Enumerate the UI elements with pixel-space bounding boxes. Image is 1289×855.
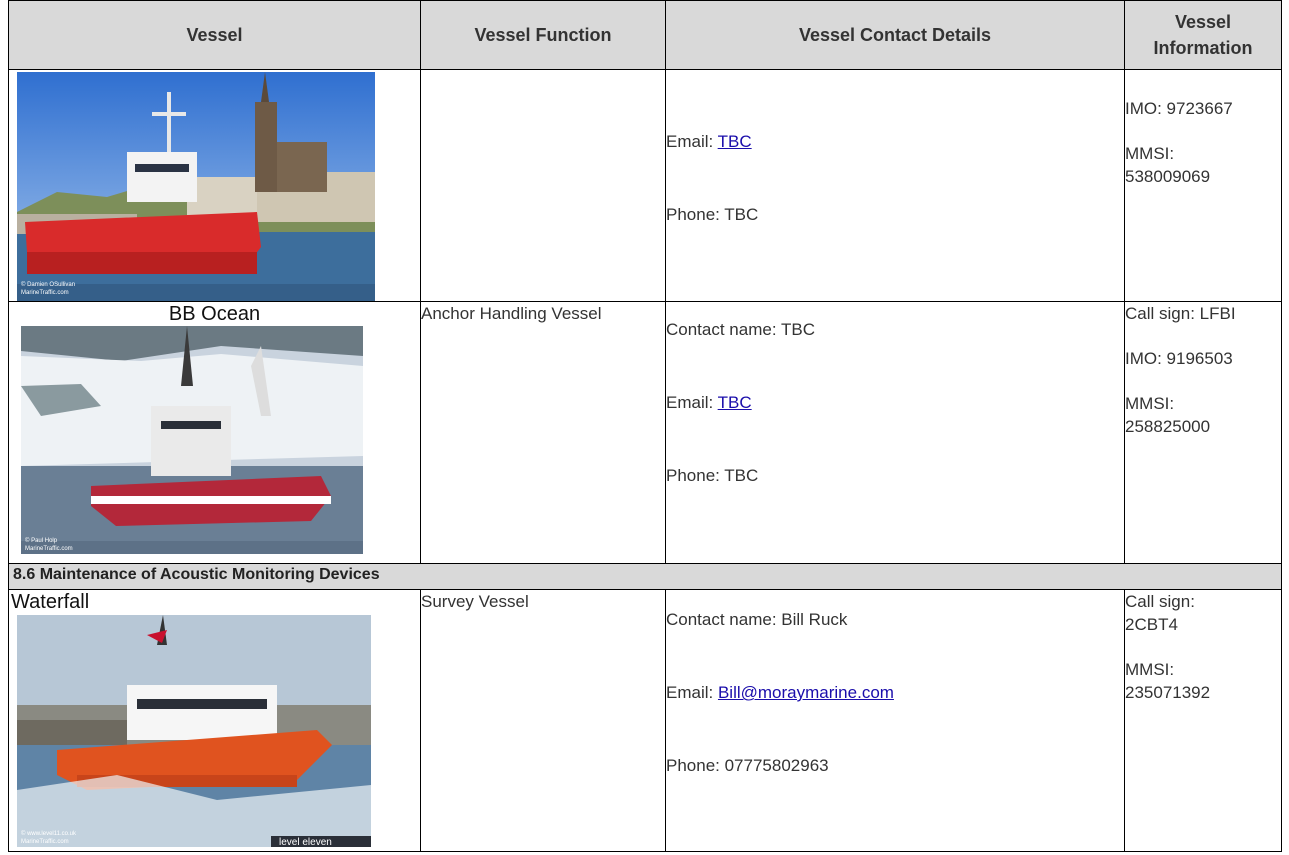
photo-credit-site: MarineTraffic.com xyxy=(21,290,69,296)
call-sign-value: 2CBT4 xyxy=(1125,615,1178,634)
contact-cell: Email: TBC Phone: TBC xyxy=(665,69,1125,302)
header-row: Vessel Vessel Function Vessel Contact De… xyxy=(8,0,1282,70)
header-contact-details: Vessel Contact Details xyxy=(665,0,1125,70)
email-line: Email: TBC xyxy=(666,393,752,412)
vessel-name: BB Ocean xyxy=(168,303,261,325)
email-link[interactable]: TBC xyxy=(718,393,752,412)
contact-name-line: Contact name: TBC xyxy=(666,320,815,339)
vessel-photo-survey-catamaran: level eleven © www.level11.co.uk MarineT… xyxy=(17,615,371,847)
mmsi-label: MMSI: xyxy=(1125,394,1175,413)
photo-credit: © Damien OSullivan xyxy=(21,281,75,288)
photo-credit-site: MarineTraffic.com xyxy=(25,546,73,552)
header-vessel-function: Vessel Function xyxy=(420,0,666,70)
mmsi-value: 538009069 xyxy=(1125,167,1211,186)
function-cell: Survey Vessel xyxy=(420,589,666,852)
phone-line: Phone: TBC xyxy=(666,466,759,485)
vessel-row-3: Waterfall level eleven © www.level11.co.… xyxy=(8,589,1282,852)
photo-credit: © www.level11.co.uk xyxy=(21,830,77,837)
header-vessel-information: Vessel Information xyxy=(1124,0,1282,70)
vessel-cell: Waterfall level eleven © www.level11.co.… xyxy=(8,589,421,852)
phone-line: Phone: 07775802963 xyxy=(666,756,829,775)
contact-name-line: Contact name: Bill Ruck xyxy=(666,610,848,629)
call-sign-label: Call sign: xyxy=(1125,592,1195,611)
info-cell: IMO: 9723667 MMSI: 538009069 xyxy=(1124,69,1282,302)
vessel-row-2: BB Ocean © Paul Holp MarineTraffic.com A… xyxy=(8,301,1282,564)
info-cell: Call sign: LFBI IMO: 9196503 MMSI: 25882… xyxy=(1124,301,1282,564)
photo-watermark: level eleven xyxy=(279,837,332,847)
email-line: Email: TBC xyxy=(666,132,752,151)
header-vessel: Vessel xyxy=(8,0,421,70)
phone-line: Phone: TBC xyxy=(666,205,759,224)
imo-line: IMO: 9196503 xyxy=(1125,349,1233,368)
contact-cell: Contact name: Bill Ruck Email: Bill@mora… xyxy=(665,589,1125,852)
imo-line: IMO: 9723667 xyxy=(1125,99,1233,118)
photo-credit-site: MarineTraffic.com xyxy=(21,839,69,845)
function-cell: Anchor Handling Vessel xyxy=(420,301,666,564)
info-cell: Call sign: 2CBT4 MMSI: 235071392 xyxy=(1124,589,1282,852)
mmsi-value: 235071392 xyxy=(1125,683,1211,702)
vessel-row-1: © Damien OSullivan MarineTraffic.com Ema… xyxy=(8,69,1282,302)
function-cell xyxy=(420,69,666,302)
vessel-name: Waterfall xyxy=(11,591,90,613)
email-link[interactable]: TBC xyxy=(718,132,752,151)
email-link[interactable]: Bill@moraymarine.com xyxy=(718,683,894,702)
mmsi-label: MMSI: xyxy=(1125,144,1175,163)
vessel-photo-anchor-handler: © Paul Holp MarineTraffic.com xyxy=(21,326,363,554)
email-line: Email: Bill@moraymarine.com xyxy=(666,683,894,702)
section-row: 8.6 Maintenance of Acoustic Monitoring D… xyxy=(8,563,1282,590)
mmsi-label: MMSI: xyxy=(1125,660,1175,679)
mmsi-value: 258825000 xyxy=(1125,417,1211,436)
section-title: 8.6 Maintenance of Acoustic Monitoring D… xyxy=(8,563,1282,590)
vessel-table: Vessel Vessel Function Vessel Contact De… xyxy=(8,0,1282,852)
call-sign-line: Call sign: LFBI xyxy=(1125,304,1236,323)
contact-cell: Contact name: TBC Email: TBC Phone: TBC xyxy=(665,301,1125,564)
vessel-cell: © Damien OSullivan MarineTraffic.com xyxy=(8,69,421,302)
photo-credit: © Paul Holp xyxy=(25,537,58,544)
vessel-photo-red-supply-ship: © Damien OSullivan MarineTraffic.com xyxy=(17,72,375,301)
vessel-cell: BB Ocean © Paul Holp MarineTraffic.com xyxy=(8,301,421,564)
